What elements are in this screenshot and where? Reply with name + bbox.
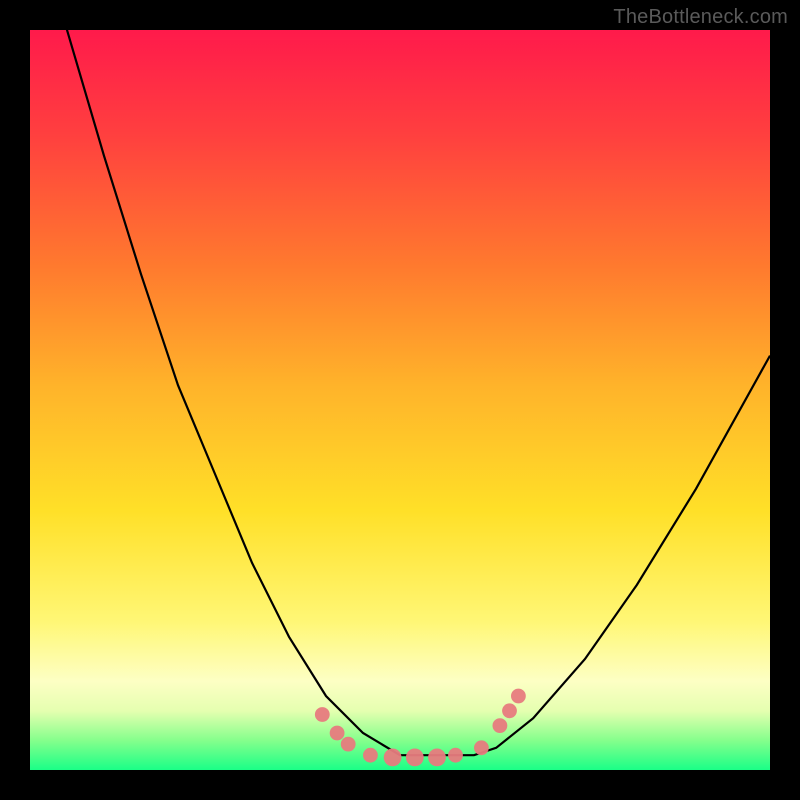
curve-marker bbox=[330, 726, 345, 741]
curve-marker bbox=[363, 748, 378, 763]
curve-marker bbox=[502, 703, 517, 718]
curve-marker bbox=[493, 718, 508, 733]
curve-marker bbox=[511, 689, 526, 704]
curve-markers bbox=[315, 689, 526, 767]
chart-frame: TheBottleneck.com bbox=[0, 0, 800, 800]
bottleneck-curve bbox=[30, 30, 770, 770]
curve-marker bbox=[428, 749, 446, 767]
curve-line bbox=[30, 30, 770, 755]
curve-marker bbox=[315, 707, 330, 722]
curve-marker bbox=[384, 749, 402, 767]
watermark-text: TheBottleneck.com bbox=[613, 6, 788, 29]
curve-marker bbox=[341, 737, 356, 752]
curve-marker bbox=[448, 748, 463, 763]
plot-area bbox=[30, 30, 770, 770]
curve-marker bbox=[474, 740, 489, 755]
curve-marker bbox=[406, 749, 424, 767]
